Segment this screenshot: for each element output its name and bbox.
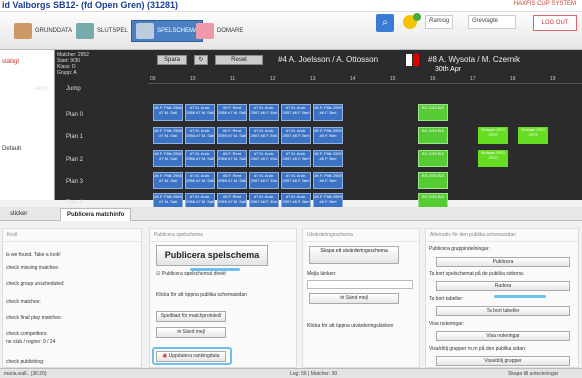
col-label-2: Jump <box>66 86 81 92</box>
flag-icon <box>406 54 412 66</box>
match-cell[interactable]: #5 F. Pitik 2959 #6 F. Berl <box>313 127 343 144</box>
match-cell[interactable]: #5 F. Rent 2959 #7 M. Sall <box>217 172 247 189</box>
highlight-annotation <box>152 347 232 365</box>
match-cell-green[interactable]: B/1 29/3 B/2 <box>418 127 448 144</box>
visa-noteringar-button[interactable]: Visa noteringar <box>436 331 570 341</box>
status-right[interactable]: Skapa till anteckningar <box>508 371 558 377</box>
match-cell[interactable]: #5 F. Rent 2959 #7 M. Sall <box>217 150 247 167</box>
publicera-grupper-button[interactable]: Publicera <box>436 257 570 267</box>
match-info: Matcher: 2952 Start: 9/30 Klass: D Grupp… <box>57 52 89 76</box>
calendar-icon <box>14 23 32 39</box>
match-cell[interactable]: #7 M. Andr. 2956 #7 M. Sall <box>185 172 215 189</box>
slutspel-block[interactable]: Slutspel 2972 2973 <box>518 127 548 144</box>
match-cell[interactable]: #7 M. Andr. 2967 #6 F. Enk <box>249 104 279 121</box>
highlight-stroke-2 <box>494 295 546 298</box>
domare-button[interactable]: DOMARE <box>192 20 247 42</box>
open-public-link[interactable]: Klicka för att öppna publika schemasidan <box>156 292 247 298</box>
left-label-a: ställigt <box>2 59 20 65</box>
alternativ-panel: Alternativ för den publika schemasidan P… <box>425 228 579 368</box>
match-cell-green[interactable]: B/1 29/3 B/2 <box>418 172 448 189</box>
match-cell[interactable]: #7 M. Andr. 2967 #6 F. Enk <box>249 172 279 189</box>
match-cell[interactable]: #7 M. Andr. 2957 #6 F. Berl <box>281 127 311 144</box>
radera-button[interactable]: Radera <box>436 281 570 291</box>
publicera-heading: Publicera spelschema <box>150 229 296 242</box>
spelblad-button[interactable]: Spelblad för matchprotokoll <box>156 311 226 322</box>
slutspel-block[interactable]: Slutspel 2971 2970 <box>478 150 508 167</box>
match-cell[interactable]: #7 M. Andr. 2957 #6 F. Berl <box>281 172 311 189</box>
row-plan-2: Plan 2 <box>66 157 84 163</box>
status-left: maria.wall.. (36:20) <box>4 371 47 377</box>
match-cell[interactable]: #5 F. Pitik 2966 #7 M. Sall <box>153 172 183 189</box>
mejla-input[interactable] <box>307 280 413 289</box>
match-cell[interactable]: #5 F. Pitik 2959 #6 F. Berl <box>313 150 343 167</box>
match-cell-green[interactable]: B/1 29/3 B/2 <box>418 104 448 121</box>
row-plan-3: Plan 3 <box>66 179 84 185</box>
left-panel: ställigt Default <box>0 50 55 200</box>
timeline: 09 10 11 12 13 14 15 16 17 18 19 <box>148 76 582 84</box>
search-button[interactable]: ⌕ <box>376 14 394 32</box>
kontroll-panel: Kroll ls we found. Take a look! check mi… <box>2 228 142 368</box>
window-title: id Valborgs SB12- (fd Open Gren) (31281) <box>2 0 179 10</box>
publicera-spelschema-button[interactable]: Publicera spelschema <box>156 245 268 266</box>
slutspel-block[interactable]: Slutspel 2971 2970 <box>478 127 508 144</box>
referee-icon <box>196 23 214 39</box>
ta-bort-tabeller-button[interactable]: Ta bort tabeller <box>436 306 570 316</box>
match-cell[interactable]: #7 M. Andr. 2967 #6 F. Enk <box>249 150 279 167</box>
bracket-icon <box>76 23 94 39</box>
match-cell[interactable]: #5 F. Rent 2959 #7 M. Sall <box>217 104 247 121</box>
highlight-stroke <box>190 268 240 271</box>
kontroll-heading: Kroll <box>3 229 141 242</box>
match-cell[interactable]: #7 M. Andr. 2956 #7 M. Sall <box>185 127 215 144</box>
row-plan-4: Plan 4 <box>66 200 84 206</box>
brand-logo: HAXFIS CUP SYSTEM <box>513 1 576 7</box>
match-cell[interactable]: #5 F. Pitik 2966 #7 M. Sall <box>153 150 183 167</box>
match-cell-green[interactable]: B/1 29/3 B/2 <box>418 150 448 167</box>
skapa-utvardering-button[interactable]: Skapa ett utvärderingsschema <box>309 246 399 264</box>
publicera-checkbox[interactable]: ☑ Publicera spelschemat direkt <box>156 271 226 277</box>
match-cell[interactable]: #7 M. Andr. 2957 #6 F. Berl <box>281 150 311 167</box>
open-utvardering-link[interactable]: Klicka för att öppna utvärderingslänken <box>307 323 393 329</box>
match-cell[interactable]: #5 F. Pitik 2966 #7 M. Sall <box>153 127 183 144</box>
status-mid: Log: 56 | Matcher: 30 <box>290 371 338 377</box>
lang-select-1[interactable]: Ramsig <box>425 15 454 29</box>
lang-select-2[interactable]: Grevlagte <box>468 15 516 29</box>
sand-mejl-button[interactable]: ✉ Sänd mejl <box>156 327 226 338</box>
col-label-1: Jamp <box>34 86 49 92</box>
refresh-button[interactable]: ↻ <box>194 55 208 65</box>
utvardering-panel: Utvärderingsschema Skapa ett utvärdering… <box>302 228 420 368</box>
title-bar: id Valborgs SB12- (fd Open Gren) (31281)… <box>0 0 582 12</box>
row-plan-0: Plan 0 <box>66 112 84 118</box>
match-cell[interactable]: #5 F. Pitik 2959 #6 F. Berl <box>313 172 343 189</box>
bottom-tabs: sticker Publicera matchinfo <box>0 207 582 221</box>
flag-icon-red <box>413 54 419 66</box>
grunddata-button[interactable]: GRUNDDATA <box>10 20 76 42</box>
match-cell[interactable]: #5 F. Pitik 2959 #6 F. Berl <box>313 104 343 121</box>
main-toolbar: GRUNDDATA SLUTSPEL SPELSCHEMA DOMARE ⌕ R… <box>0 12 582 50</box>
tab-publicera[interactable]: Publicera matchinfo <box>60 208 132 221</box>
spara-button[interactable]: Spara <box>157 55 187 65</box>
match-cell[interactable]: #7 M. Andr. 2956 #7 M. Sall <box>185 104 215 121</box>
visa-dolj-grupper-button[interactable]: Visa/dölj grupper <box>436 356 570 366</box>
match-cell[interactable]: #5 F. Rent 2959 #7 M. Sall <box>217 127 247 144</box>
left-label-default: Default <box>2 146 22 152</box>
tab-sticker[interactable]: sticker <box>4 208 33 221</box>
utv-sand-mejl-button[interactable]: ✉ Sänd mejl <box>309 293 399 304</box>
lightbulb-icon[interactable] <box>401 13 421 33</box>
match-cell[interactable]: #7 M. Andr. 2957 #6 F. Berl <box>281 104 311 121</box>
match-title-2: #8 A. Wysota / M. Czernik <box>428 55 520 64</box>
match-cell[interactable]: #7 M. Andr. 2967 #6 F. Enk <box>249 127 279 144</box>
slutspel-button[interactable]: SLUTSPEL <box>72 20 132 42</box>
logout-button[interactable]: LOG OUT <box>533 15 577 31</box>
row-plan-1: Plan 1 <box>66 134 84 140</box>
match-cell[interactable]: #5 F. Pitik 2966 #7 M. Sall <box>153 104 183 121</box>
schedule-icon <box>136 23 154 39</box>
match-title-1: #4 A. Joelsson / A. Ottosson <box>278 55 379 64</box>
mejla-label: Mejla länken: <box>307 271 337 277</box>
schedule-date: 30th Apr <box>435 66 462 73</box>
status-bar: maria.wall.. (36:20) Log: 56 | Matcher: … <box>0 368 582 378</box>
reset-button[interactable]: Reset <box>215 55 263 65</box>
alternativ-heading: Alternativ för den publika schemasidan <box>426 229 578 242</box>
match-cell[interactable]: #7 M. Andr. 2956 #7 M. Sall <box>185 150 215 167</box>
utvardering-heading: Utvärderingsschema <box>303 229 419 242</box>
